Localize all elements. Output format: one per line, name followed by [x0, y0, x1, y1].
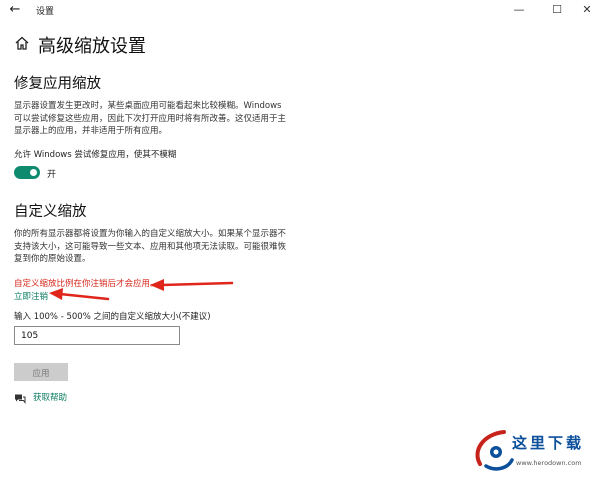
sign-out-now-link[interactable]: 立即注销 [14, 290, 48, 302]
signout-warning-text: 自定义缩放比例在你注销后才会应用。 [14, 279, 159, 289]
custom-scale-input[interactable] [14, 326, 180, 345]
maximize-button[interactable]: ☐ [544, 0, 570, 20]
title-bar: ← 设置 — ☐ ✕ [0, 0, 600, 22]
get-help-link[interactable]: 获取帮助 [33, 391, 67, 403]
page-title: 高级缩放设置 [38, 36, 146, 57]
toggle-state-label: 开 [47, 170, 57, 180]
fix-scaling-heading: 修复应用缩放 [14, 76, 101, 92]
fix-apps-toggle[interactable] [14, 166, 40, 179]
custom-scaling-heading: 自定义缩放 [14, 204, 87, 220]
home-icon[interactable] [14, 35, 30, 51]
arrow-to-signout [49, 288, 110, 301]
custom-size-label: 输入 100% - 500% 之间的自定义缩放大小(不建议) [14, 312, 211, 322]
watermark-url: www.herodown.com [516, 459, 582, 467]
fix-scaling-description: 显示器设置发生更改时，某些桌面应用可能看起来比较模糊。Windows 可以尝试修… [14, 100, 286, 138]
description-line: 你的所有显示器都将设置为你输入的自定义缩放大小。如果某个显示器不 [14, 229, 287, 239]
fix-apps-toggle-label: 允许 Windows 尝试修复应用，使其不模糊 [14, 150, 177, 160]
toggle-knob [30, 169, 37, 176]
description-line: 显示器设置发生更改时，某些桌面应用可能看起来比较模糊。Windows [14, 101, 282, 111]
window-title: 设置 [36, 7, 55, 17]
description-line: 复到你的原始设置。 [14, 254, 91, 264]
watermark-text: 这里下载 [512, 434, 585, 452]
help-chat-icon [14, 390, 26, 404]
close-button[interactable]: ✕ [574, 0, 600, 20]
minimize-button[interactable]: — [506, 0, 532, 20]
description-line: 显示器上的应用，并非适用于所有应用。 [14, 126, 168, 136]
arrow-to-warning [150, 279, 234, 291]
apply-button[interactable]: 应用 [14, 363, 68, 381]
back-arrow-icon[interactable]: ← [6, 1, 24, 19]
description-line: 可以尝试修复这些应用，因此下次打开应用时将有所改善。这仅适用于主 [14, 113, 287, 124]
custom-scaling-description: 你的所有显示器都将设置为你输入的自定义缩放大小。如果某个显示器不 支持该大小，这… [14, 228, 286, 266]
description-line: 支持该大小，这可能导致一些文本、应用和其他项无法读取。可能很难恢 [14, 241, 287, 252]
